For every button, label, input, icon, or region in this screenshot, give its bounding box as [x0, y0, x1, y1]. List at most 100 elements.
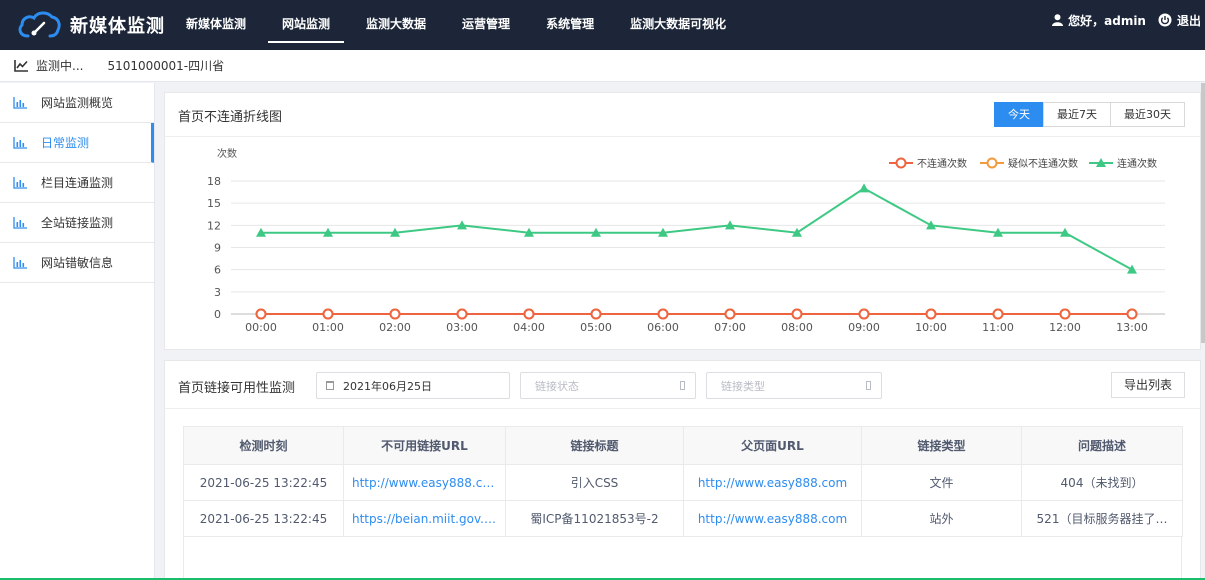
- sidebar-item-column-connectivity[interactable]: 栏目连通监测: [0, 163, 154, 203]
- data-point-circle: [992, 308, 1004, 320]
- y-tick-label: 18: [207, 175, 221, 188]
- column-header[interactable]: 不可用链接URL: [343, 426, 506, 465]
- x-tick-label: 03:00: [446, 321, 478, 334]
- user-greeting[interactable]: 您好，admin: [1068, 12, 1146, 29]
- column-header[interactable]: 链接标题: [505, 426, 684, 465]
- check-time-cell: 2021-06-25 13:22:45: [183, 500, 344, 537]
- data-point-circle: [724, 308, 736, 320]
- main-nav: 新媒体监测 网站监测 监测大数据 运营管理 系统管理 监测大数据可视化: [172, 0, 748, 50]
- link-panel-title: 首页链接可用性监测: [178, 381, 296, 396]
- legend-marker: [986, 157, 998, 169]
- chart-panel: 首页不连通折线图 今天 最近7天 最近30天 0 3 6 9 12 15 18 次数 00:00…: [164, 92, 1201, 350]
- bar-chart-icon: [13, 256, 27, 269]
- data-point-circle: [657, 308, 669, 320]
- data-point-circle: [791, 308, 803, 320]
- data-point-circle: [858, 308, 870, 320]
- y-axis-label: 次数: [217, 147, 237, 160]
- link-title-cell: 蜀ICP备11021853号-2: [505, 500, 684, 537]
- logout-link[interactable]: 退出: [1177, 12, 1201, 29]
- status-bar: 监测中... 5101000001-四川省: [0, 50, 1205, 82]
- sidebar-item-label: 全站链接监测: [41, 216, 114, 230]
- sidebar-item-overview[interactable]: 网站监测概览: [0, 83, 154, 123]
- legend-label: 不连通次数: [917, 157, 967, 170]
- table-row: 2021-06-25 13:22:45 https://beian.miit.g…: [183, 500, 1183, 537]
- y-tick-label: 15: [207, 197, 221, 210]
- bar-chart-icon: [13, 96, 27, 109]
- power-icon[interactable]: [1158, 13, 1172, 27]
- nav-system-management[interactable]: 系统管理: [532, 0, 608, 50]
- column-header[interactable]: 问题描述: [1021, 426, 1183, 465]
- link-status-select[interactable]: 链接状态: [520, 372, 696, 399]
- sidebar-item-error-sensitive[interactable]: 网站错敏信息: [0, 243, 154, 283]
- column-header[interactable]: 链接类型: [861, 426, 1022, 465]
- range-30days-button[interactable]: 最近30天: [1110, 102, 1185, 127]
- x-tick-label: 07:00: [714, 321, 746, 334]
- problem-description-cell: 404（未找到）: [1021, 464, 1183, 501]
- range-button-group: 今天 最近7天 最近30天: [994, 102, 1185, 127]
- data-point-circle: [590, 308, 602, 320]
- region-label: 5101000001-四川省: [107, 59, 225, 73]
- sidebar-item-daily-monitor[interactable]: 日常监测: [0, 123, 154, 163]
- nav-new-media-monitor[interactable]: 新媒体监测: [172, 0, 260, 50]
- calendar-icon: [326, 381, 334, 390]
- x-tick-label: 06:00: [647, 321, 679, 334]
- nav-operations[interactable]: 运营管理: [448, 0, 524, 50]
- sidebar-item-label: 日常监测: [41, 136, 90, 150]
- user-area: 您好，admin 退出: [1052, 0, 1201, 40]
- nav-monitor-big-data[interactable]: 监测大数据: [352, 0, 440, 50]
- link-type-cell: 站外: [861, 500, 1022, 537]
- bar-chart-icon: [13, 176, 27, 189]
- chart-panel-title: 首页不连通折线图: [178, 110, 283, 125]
- line-chart-icon: [14, 59, 28, 72]
- link-panel: 首页链接可用性监测 2021年06月25日 链接状态 链接类型 导出列表 检测时…: [164, 360, 1201, 580]
- data-point-triangle: [859, 183, 869, 193]
- check-time-cell: 2021-06-25 13:22:45: [183, 464, 344, 501]
- y-tick-label: 9: [214, 242, 221, 255]
- app-logo[interactable]: 新媒体监测: [16, 6, 165, 44]
- cloud-logo-icon: [18, 11, 61, 38]
- parent-url-link[interactable]: http://www.easy888.com: [683, 464, 862, 501]
- panel-divider: [165, 408, 1200, 409]
- select-arrow-icon: [680, 381, 685, 390]
- bar-chart-icon: [13, 216, 27, 229]
- column-header[interactable]: 父页面URL: [683, 426, 862, 465]
- x-tick-label: 00:00: [245, 321, 277, 334]
- legend-marker: [895, 157, 907, 169]
- sidebar-item-label: 栏目连通监测: [41, 176, 114, 190]
- link-type-placeholder: 链接类型: [721, 379, 765, 393]
- range-today-button[interactable]: 今天: [994, 102, 1044, 127]
- nav-website-monitor[interactable]: 网站监测: [268, 0, 345, 43]
- page-scrollbar[interactable]: [1201, 83, 1205, 343]
- table-header-row: 检测时刻 不可用链接URL 链接标题 父页面URL 链接类型 问题描述: [183, 426, 1183, 465]
- table-row: 2021-06-25 13:22:45 http://www.easy888.c…: [183, 464, 1183, 501]
- broken-url-link[interactable]: https://beian.miit.gov.cn: [343, 500, 506, 537]
- link-title-cell: 引入CSS: [505, 464, 684, 501]
- data-point-circle: [456, 308, 468, 320]
- data-point-circle: [255, 308, 267, 320]
- x-tick-label: 04:00: [513, 321, 545, 334]
- broken-url-link[interactable]: http://www.easy888.com/sty: [343, 464, 506, 501]
- legend-label: 疑似不连通次数: [1008, 157, 1078, 170]
- sidebar-item-label: 网站监测概览: [41, 96, 114, 110]
- column-header[interactable]: 检测时刻: [183, 426, 344, 465]
- user-icon: [1052, 14, 1064, 26]
- select-arrow-icon: [866, 381, 871, 390]
- nav-big-data-visualization[interactable]: 监测大数据可视化: [616, 0, 740, 50]
- export-list-button[interactable]: 导出列表: [1110, 372, 1185, 398]
- date-picker[interactable]: 2021年06月25日: [316, 372, 510, 399]
- connectivity-line-chart: 0 3 6 9 12 15 18 次数 00:00 01:00 02:00 03:00 04:00 05:…: [207, 147, 1165, 334]
- bar-chart-icon: [13, 136, 27, 149]
- monitor-status: 监测中...: [36, 59, 84, 73]
- link-type-select[interactable]: 链接类型: [706, 372, 882, 399]
- data-point-circle: [925, 308, 937, 320]
- parent-url-link[interactable]: http://www.easy888.com: [683, 500, 862, 537]
- sidebar-item-label: 网站错敏信息: [41, 256, 114, 270]
- sidebar: 网站监测概览 日常监测 栏目连通监测 全站链接监测 网站错敏信息: [0, 83, 155, 580]
- sidebar-item-site-links[interactable]: 全站链接监测: [0, 203, 154, 243]
- data-point-circle: [389, 308, 401, 320]
- data-point-circle: [322, 308, 334, 320]
- link-type-cell: 文件: [861, 464, 1022, 501]
- range-7days-button[interactable]: 最近7天: [1043, 102, 1111, 127]
- data-point-circle: [1059, 308, 1071, 320]
- x-tick-label: 13:00: [1116, 321, 1148, 334]
